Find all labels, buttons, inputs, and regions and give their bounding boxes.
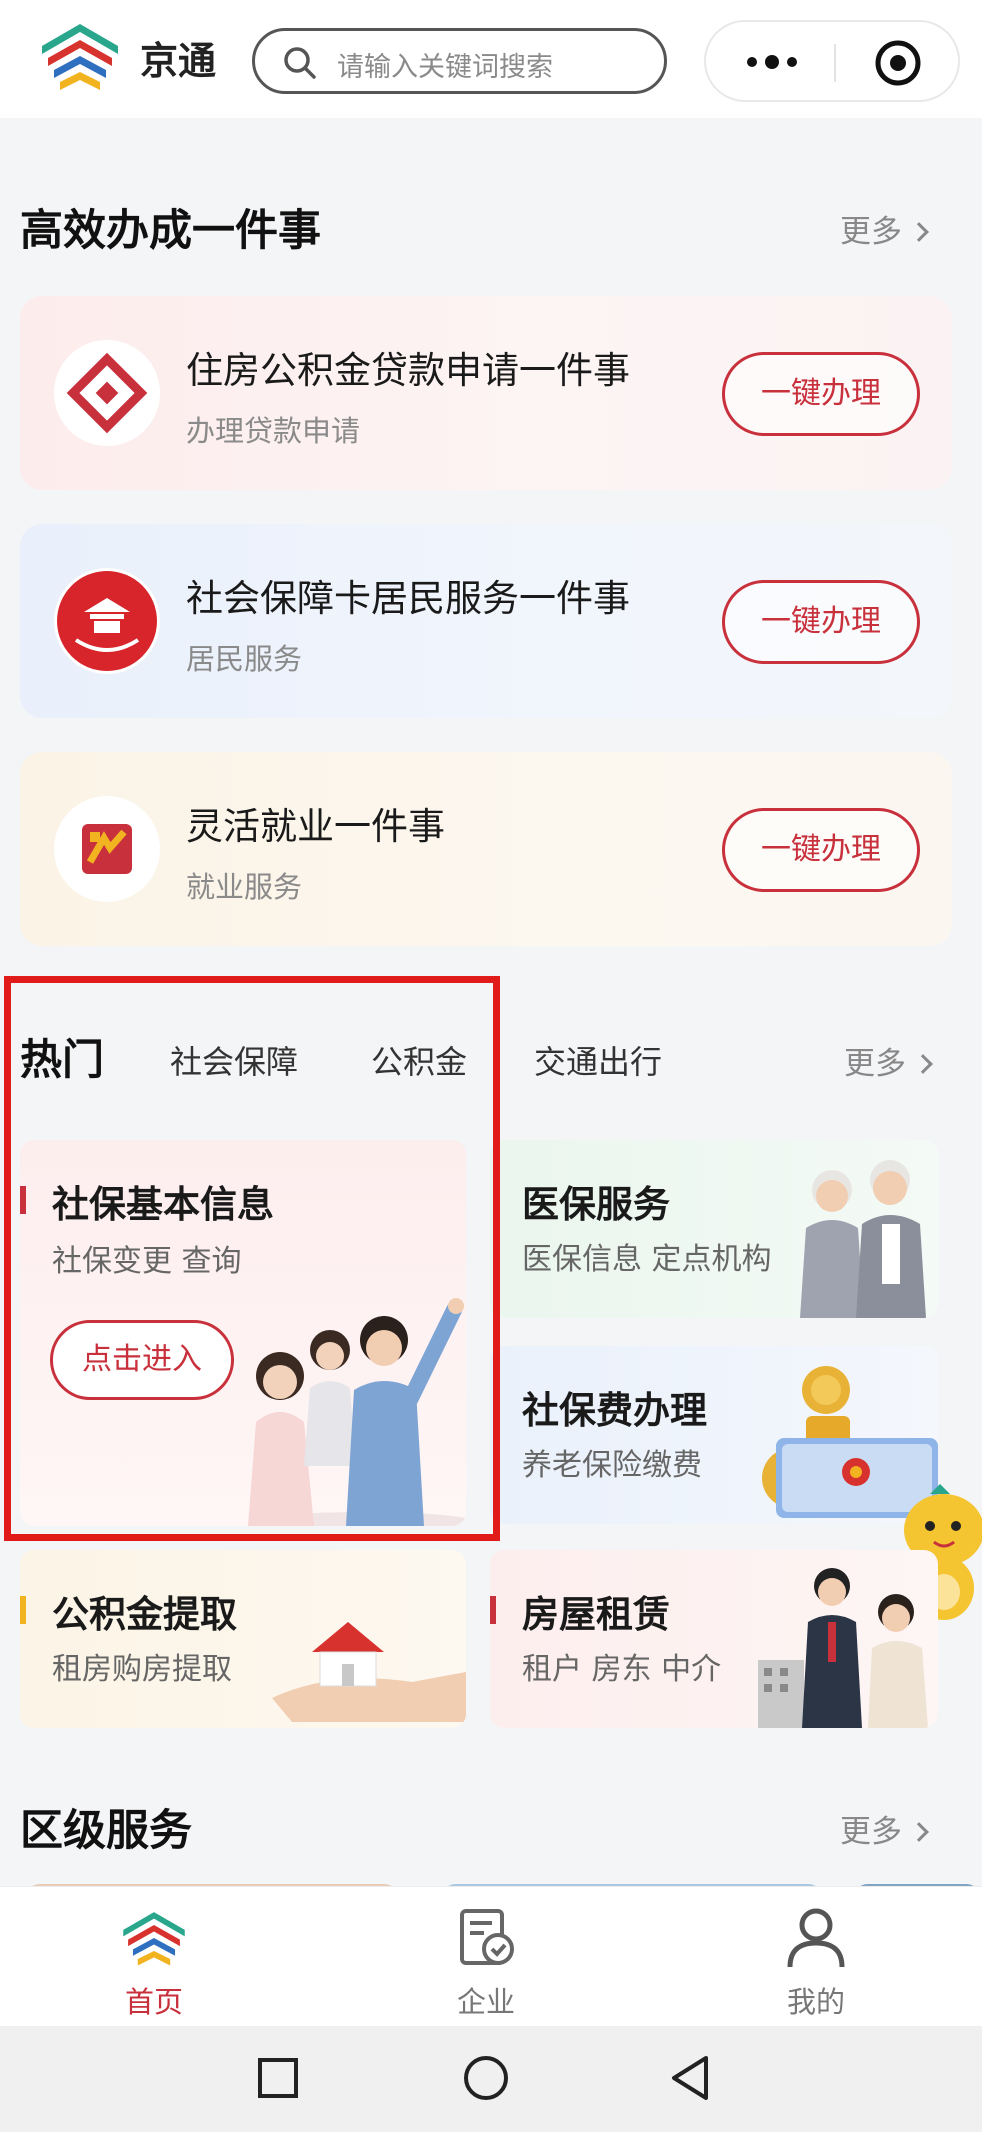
tile-housing-fund-withdrawal[interactable]: 公积金提取 租房购房提取 [20, 1550, 466, 1728]
nav-label: 首页 [124, 1985, 183, 2019]
beijing-social-security-logo-icon [54, 568, 160, 674]
home-circle-icon[interactable] [462, 2054, 510, 2102]
one-thing-card-social-security-card[interactable]: 社会保障卡居民服务一件事 居民服务 一键办理 [20, 524, 952, 718]
district-more-link[interactable]: 更多 [840, 1806, 929, 1851]
more-options-icon[interactable] [742, 44, 802, 80]
card-subtitle: 办理贷款申请 [186, 414, 361, 448]
card-title: 社会保障卡居民服务一件事 [186, 577, 630, 620]
tile-title: 公积金提取 [52, 1593, 237, 1636]
search-input[interactable]: 请输入关键词搜索 [252, 28, 667, 94]
miniprogram-capsule [704, 20, 960, 102]
card-subtitle: 居民服务 [186, 642, 303, 676]
card-title: 住房公积金贷款申请一件事 [186, 349, 630, 392]
employment-logo-icon [54, 796, 160, 902]
system-navigation-bar [0, 2026, 982, 2132]
enterprise-icon [460, 1909, 514, 1965]
more-label: 更多 [840, 214, 902, 250]
tab-transport[interactable]: 交通出行 [534, 1037, 662, 1083]
card-title: 灵活就业一件事 [186, 805, 445, 848]
one-thing-section-title: 高效办成一件事 [20, 206, 321, 256]
tile-accent-bar [20, 1596, 26, 1624]
nav-enterprise[interactable]: 企业 [386, 1887, 586, 2027]
nav-home[interactable]: 首页 [54, 1887, 254, 2027]
tile-house-rental[interactable]: 房屋租赁 租户 房东 中介 [490, 1550, 938, 1728]
search-icon [284, 47, 316, 79]
home-logo-icon [123, 1912, 185, 1966]
chevron-right-icon [913, 1054, 933, 1074]
one-thing-card-housing-loan[interactable]: 住房公积金贷款申请一件事 办理贷款申请 一键办理 [20, 296, 952, 490]
tile-medical-insurance[interactable]: 医保服务 医保信息 定点机构 [490, 1140, 938, 1318]
nav-label: 企业 [456, 1985, 515, 2019]
search-placeholder: 请输入关键词搜索 [337, 52, 553, 83]
highlight-annotation-box [4, 976, 500, 1541]
one-click-handle-button[interactable]: 一键办理 [722, 808, 920, 892]
agent-and-client-photo-icon [758, 1568, 928, 1728]
housing-fund-logo-icon [54, 340, 160, 446]
one-thing-card-flexible-employment[interactable]: 灵活就业一件事 就业服务 一键办理 [20, 752, 952, 946]
hot-more-link[interactable]: 更多 [844, 1038, 933, 1083]
tile-subtitle: 租房购房提取 [52, 1652, 232, 1687]
tile-subtitle: 租户 房东 中介 [522, 1652, 722, 1687]
one-click-handle-button[interactable]: 一键办理 [722, 352, 920, 436]
tile-title: 医保服务 [522, 1183, 670, 1226]
tile-accent-bar [490, 1596, 496, 1624]
nav-mine[interactable]: 我的 [716, 1887, 916, 2027]
bottom-nav: 首页 企业 我的 [0, 1886, 982, 2026]
more-label: 更多 [844, 1046, 906, 1082]
one-click-handle-button[interactable]: 一键办理 [722, 580, 920, 664]
tile-subtitle: 医保信息 定点机构 [522, 1242, 772, 1277]
tile-title: 社保费办理 [522, 1389, 707, 1432]
chevron-right-icon [909, 1822, 929, 1842]
tile-title: 房屋租赁 [522, 1593, 670, 1636]
house-in-hand-icon [272, 1622, 466, 1722]
app-name: 京通 [140, 39, 217, 83]
more-label: 更多 [840, 1814, 902, 1850]
district-section-title: 区级服务 [20, 1806, 192, 1856]
capsule-divider [834, 44, 836, 82]
jingtong-logo-icon [42, 24, 118, 90]
elderly-couple-photo-icon [800, 1160, 926, 1318]
close-miniprogram-icon[interactable] [874, 39, 922, 87]
card-subtitle: 就业服务 [186, 870, 303, 904]
back-icon[interactable] [668, 2054, 712, 2102]
chevron-right-icon [909, 222, 929, 242]
recent-apps-icon[interactable] [256, 2056, 300, 2100]
one-thing-more-link[interactable]: 更多 [840, 206, 929, 251]
nav-label: 我的 [786, 1985, 845, 2019]
tile-subtitle: 养老保险缴费 [522, 1448, 702, 1483]
top-header: 京通 请输入关键词搜索 [0, 0, 982, 118]
user-icon [787, 1908, 845, 1968]
tile-social-security-fee[interactable]: 社保费办理 养老保险缴费 [490, 1346, 938, 1524]
